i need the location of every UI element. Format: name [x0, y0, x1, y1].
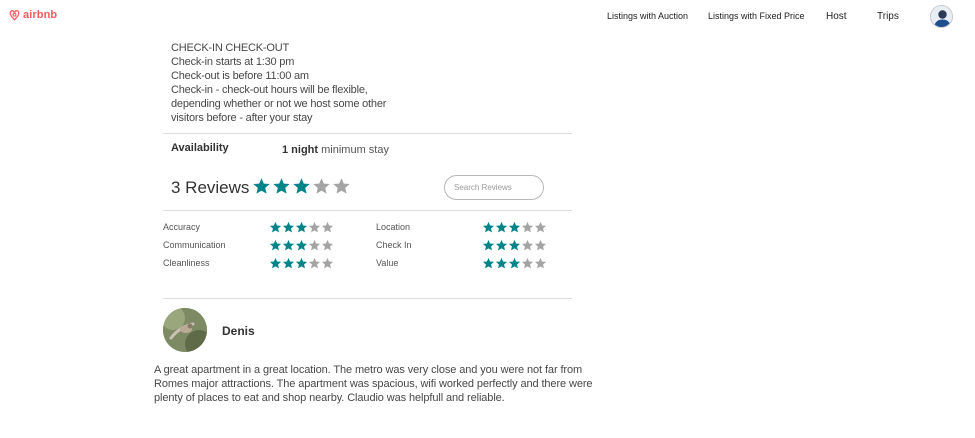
star-empty-icon: [534, 221, 547, 233]
rating-stars-accuracy: [269, 221, 334, 234]
star-empty-icon: [313, 178, 330, 194]
nav-listings-auction[interactable]: Listings with Auction: [607, 11, 688, 21]
rating-label-location: Location: [376, 222, 411, 232]
rating-label-cleanliness: Cleanliness: [163, 258, 210, 268]
checkin-heading: CHECK-IN CHECK-OUT: [171, 42, 290, 54]
star-filled-icon: [273, 178, 290, 194]
reviewer-photo-icon: [163, 308, 207, 352]
star-filled-icon: [295, 239, 308, 251]
review-text-line: plenty of places to eat and shop nearby.…: [154, 392, 505, 404]
star-empty-icon: [321, 221, 334, 233]
review-text: A great apartment in a great location. T…: [154, 363, 593, 405]
user-avatar[interactable]: [930, 5, 953, 28]
availability-label: Availability: [171, 142, 229, 154]
rating-stars-cleanliness: [269, 257, 334, 270]
rating-label-check-in: Check In: [376, 240, 412, 250]
nav-listings-fixed-price[interactable]: Listings with Fixed Price: [708, 11, 805, 21]
star-filled-icon: [508, 221, 521, 233]
rating-label-value: Value: [376, 258, 399, 268]
star-empty-icon: [321, 239, 334, 251]
airbnb-logo[interactable]: airbnb: [8, 8, 57, 22]
star-empty-icon: [534, 257, 547, 269]
star-filled-icon: [295, 257, 308, 269]
rating-stars-check-in: [482, 239, 547, 252]
airbnb-logo-icon: [8, 8, 21, 22]
reviewer-avatar[interactable]: [163, 308, 207, 352]
rating-stars-location: [482, 221, 547, 234]
star-empty-icon: [308, 221, 321, 233]
search-reviews-input[interactable]: [444, 175, 544, 200]
star-empty-icon: [308, 239, 321, 251]
star-filled-icon: [253, 178, 270, 194]
star-filled-icon: [282, 239, 295, 251]
checkin-line: depending whether or not we host some ot…: [171, 98, 387, 110]
star-filled-icon: [295, 221, 308, 233]
checkin-info: CHECK-IN CHECK-OUT Check-in starts at 1:…: [171, 41, 386, 125]
star-empty-icon: [521, 221, 534, 233]
star-filled-icon: [495, 257, 508, 269]
reviewer-name: Denis: [222, 324, 255, 338]
nav-trips[interactable]: Trips: [877, 11, 899, 22]
star-empty-icon: [521, 257, 534, 269]
star-filled-icon: [282, 257, 295, 269]
star-empty-icon: [308, 257, 321, 269]
star-filled-icon: [495, 239, 508, 251]
overall-rating-stars: [252, 177, 351, 196]
star-empty-icon: [534, 239, 547, 251]
rating-label-accuracy: Accuracy: [163, 222, 201, 232]
star-filled-icon: [482, 239, 495, 251]
star-empty-icon: [521, 239, 534, 251]
checkin-line: Check-out is before 11:00 am: [171, 70, 309, 82]
nav-host[interactable]: Host: [826, 11, 847, 22]
user-avatar-icon: [931, 6, 952, 27]
availability-value: 1 night minimum stay: [282, 144, 389, 156]
availability-suffix: minimum stay: [318, 144, 389, 156]
star-filled-icon: [293, 178, 310, 194]
rating-label-communication: Communication: [163, 240, 226, 250]
divider: [163, 298, 572, 299]
star-empty-icon: [333, 178, 350, 194]
checkin-line: Check-in - check-out hours will be flexi…: [171, 84, 368, 96]
star-filled-icon: [482, 257, 495, 269]
logo-text: airbnb: [23, 9, 58, 21]
divider: [163, 210, 572, 211]
review-text-line: A great apartment in a great location. T…: [154, 364, 583, 376]
availability-nights: 1 night: [282, 144, 319, 156]
review-text-line: Romes major attractions. The apartment w…: [154, 378, 593, 390]
checkin-line: Check-in starts at 1:30 pm: [171, 56, 295, 68]
checkin-line: visitors before - after your stay: [171, 112, 313, 124]
rating-stars-value: [482, 257, 547, 270]
star-filled-icon: [508, 239, 521, 251]
star-filled-icon: [495, 221, 508, 233]
star-empty-icon: [321, 257, 334, 269]
star-filled-icon: [508, 257, 521, 269]
star-filled-icon: [269, 221, 282, 233]
divider: [163, 133, 572, 134]
star-filled-icon: [269, 239, 282, 251]
star-filled-icon: [269, 257, 282, 269]
star-filled-icon: [282, 221, 295, 233]
reviews-count: 3 Reviews: [171, 178, 250, 197]
star-filled-icon: [482, 221, 495, 233]
rating-stars-communication: [269, 239, 334, 252]
